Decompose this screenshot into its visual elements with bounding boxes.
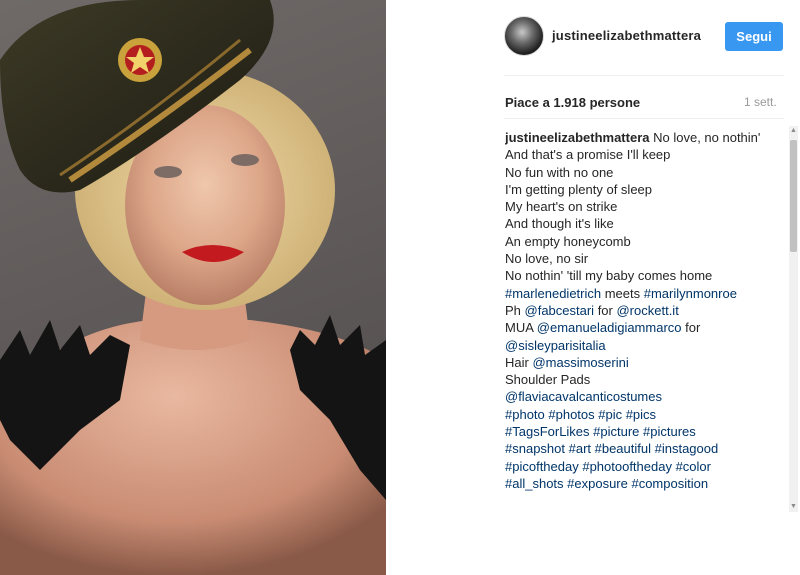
profile-avatar[interactable]: [504, 16, 544, 56]
caption-line: No love, no sir: [505, 251, 589, 267]
caption-line: Hair @massimoserini: [505, 354, 629, 370]
mention-link[interactable]: @emanueladigiammarco: [537, 320, 682, 335]
likes-divider: [504, 118, 784, 119]
post-header: justineelizabethmattera Segui: [386, 0, 800, 72]
hashtag-link[interactable]: #all_shots #exposure #composition: [505, 475, 773, 492]
caption-line: My heart's on strike: [505, 199, 618, 215]
scroll-thumb[interactable]: [790, 140, 797, 252]
caption-line: justineelizabethmattera No love, no noth…: [505, 130, 761, 145]
hashtag-link[interactable]: #marlenedietrich: [505, 286, 601, 301]
caption-scrollbar[interactable]: ▲ ▼: [789, 126, 798, 512]
portrait-illustration: [0, 0, 386, 575]
caption-line: Ph @fabcestari for @rockett.it: [505, 302, 679, 318]
caption-line: I'm getting plenty of sleep: [505, 181, 653, 197]
post-time[interactable]: 1 sett.: [744, 95, 777, 109]
caption-line: No fun with no one: [505, 164, 614, 180]
caption-line: No nothin' 'till my baby comes home: [505, 268, 713, 284]
mention-link[interactable]: @flaviacavalcanticostumes: [505, 388, 773, 405]
caption-line: #marlenedietrich meets #marilynmonroe: [505, 285, 737, 301]
likes-count[interactable]: Piace a 1.918 persone: [505, 95, 640, 110]
hashtag-link[interactable]: #marilynmonroe: [644, 286, 737, 301]
caption-line: @sisleyparisitalia: [505, 337, 773, 354]
post-photo[interactable]: [0, 0, 386, 575]
mention-link[interactable]: @sisleyparisitalia: [505, 338, 606, 353]
caption-line: And though it's like: [505, 216, 614, 232]
hashtag-link[interactable]: #photo #photos #pic #pics: [505, 406, 773, 423]
caption-owner-link[interactable]: justineelizabethmattera: [505, 130, 650, 145]
caption-line: An empty honeycomb: [505, 233, 631, 249]
mention-link[interactable]: @massimoserini: [532, 355, 628, 370]
mention-link[interactable]: @rockett.it: [616, 303, 678, 318]
follow-button[interactable]: Segui: [725, 22, 783, 51]
caption-line: And that's a promise I'll keep: [505, 147, 671, 163]
caption-text: justineelizabethmattera No love, no noth…: [505, 129, 773, 515]
header-divider: [504, 75, 784, 76]
caption-line: Shoulder Pads: [505, 372, 591, 388]
hashtag-link[interactable]: #picoftheday #photooftheday #color: [505, 458, 773, 475]
scroll-up-icon[interactable]: ▲: [789, 126, 798, 136]
caption-line: MUA @emanueladigiammarco for: [505, 320, 701, 336]
hashtag-link[interactable]: #snapshot #art #beautiful #instagood: [505, 440, 773, 457]
mention-link[interactable]: @fabcestari: [525, 303, 595, 318]
post-details-panel: justineelizabethmattera Segui Piace a 1.…: [386, 0, 800, 575]
scroll-down-icon[interactable]: ▼: [789, 502, 798, 512]
username-link[interactable]: justineelizabethmattera: [552, 28, 701, 43]
hashtag-link[interactable]: #TagsForLikes #picture #pictures: [505, 423, 773, 440]
